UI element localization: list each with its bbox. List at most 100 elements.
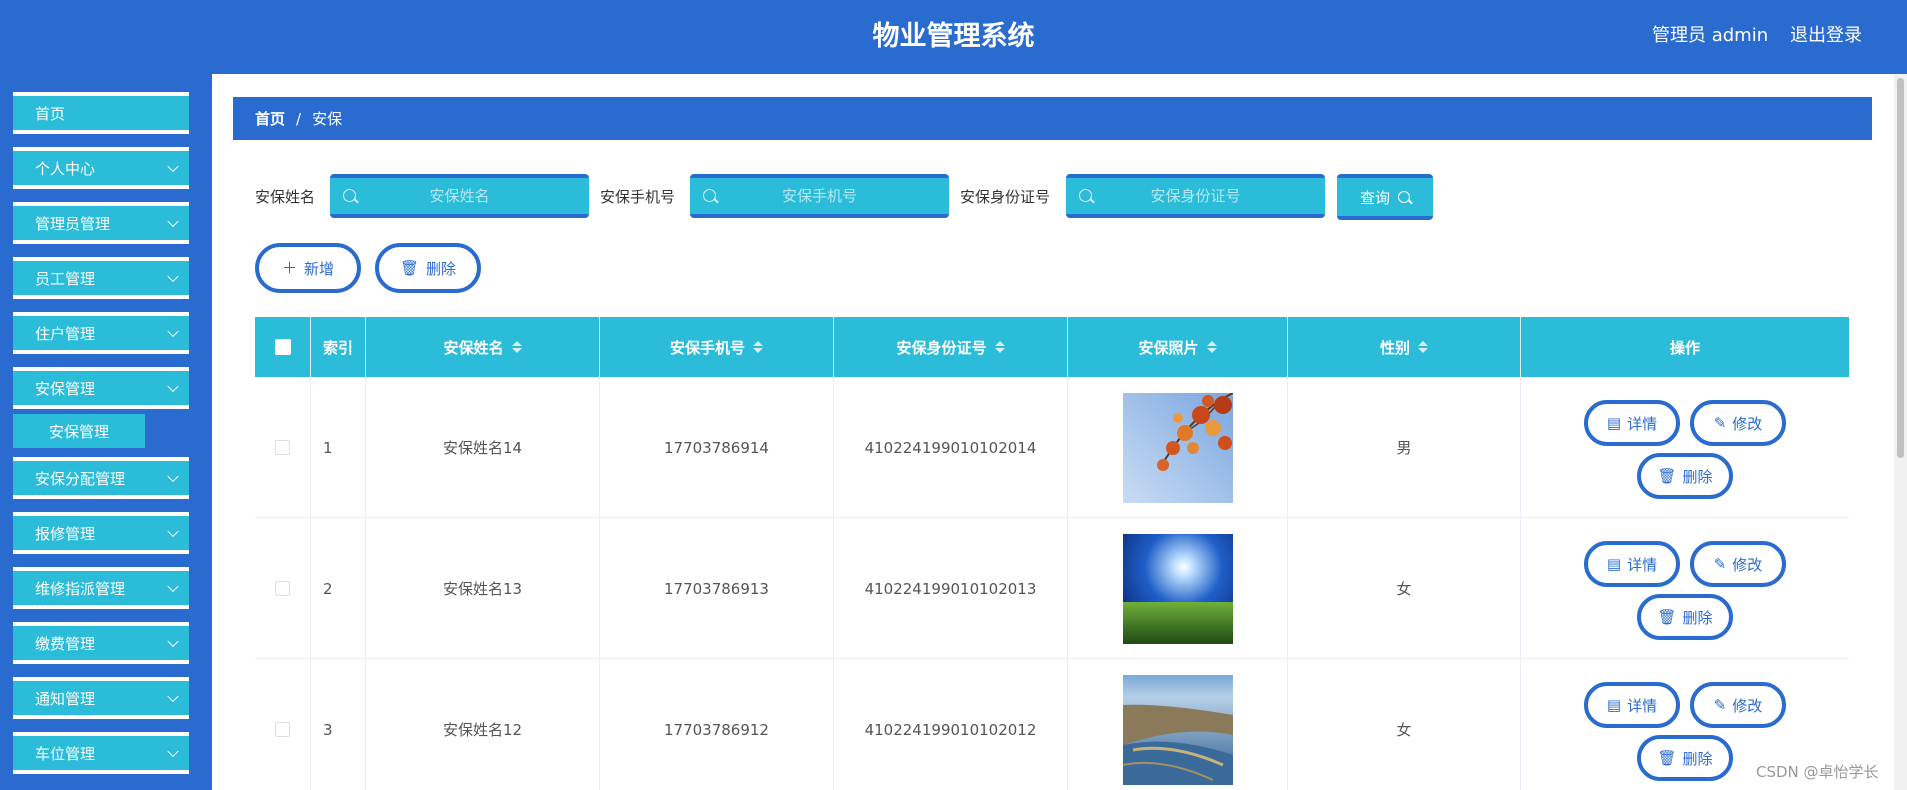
table-row: 1 安保姓名14 17703786914 410224199010102014 … [255,377,1849,518]
header-gender[interactable]: 性别 [1288,317,1521,377]
search-phone-input[interactable] [690,178,949,214]
row-checkbox[interactable] [275,722,290,737]
sort-icon[interactable] [511,341,522,353]
row-select-cell [255,659,311,790]
row-checkbox[interactable] [275,581,290,596]
sidebar-item-residents[interactable]: 住户管理 [13,312,189,354]
row-select-cell [255,518,311,659]
search-icon [1079,189,1092,202]
plus-icon: ＋ [281,258,297,277]
detail-button-label: 详情 [1627,696,1658,715]
search-name-box [330,174,589,218]
sidebar-item-admin[interactable]: 管理员管理 [13,202,189,244]
delete-button[interactable]: 🗑 删除 [1637,453,1733,499]
breadcrumb: 首页 / 安保 [233,97,1872,140]
sidebar-item-staff[interactable]: 员工管理 [13,257,189,299]
header-select-all[interactable] [255,317,311,377]
current-user: 管理员 admin [1652,25,1769,46]
bulk-delete-button[interactable]: 🗑 删除 [375,243,481,293]
sidebar-item-parking[interactable]: 车位管理 [13,732,189,774]
document-icon: ▤ [1606,695,1622,714]
page-scrollbar[interactable] [1894,74,1907,790]
sort-icon[interactable] [753,341,763,353]
trash-icon: 🗑 [1657,466,1677,485]
cell-phone: 17703786913 [600,518,834,659]
cell-index: 2 [311,518,366,659]
pencil-icon: ✎ [1713,695,1727,714]
breadcrumb-home[interactable]: 首页 [255,108,285,129]
logout-link[interactable]: 退出登录 [1790,21,1862,47]
sidebar-item-label: 安保分配管理 [35,469,126,488]
header-name-label: 安保姓名 [443,338,504,357]
search-id-box [1066,174,1325,218]
search-id-input[interactable] [1066,178,1325,214]
detail-button[interactable]: ▤ 详情 [1584,682,1680,728]
edit-button[interactable]: ✎ 修改 [1690,682,1786,728]
detail-button[interactable]: ▤ 详情 [1584,541,1680,587]
search-phone-label: 安保手机号 [600,188,676,206]
sidebar-item-repairs[interactable]: 报修管理 [13,512,189,554]
cell-photo [1068,377,1288,518]
header-phone[interactable]: 安保手机号 [600,317,834,377]
detail-button[interactable]: ▤ 详情 [1584,400,1680,446]
sidebar-item-personal-center[interactable]: 个人中心 [13,147,189,189]
header-photo[interactable]: 安保照片 [1068,317,1288,377]
add-button[interactable]: ＋ 新增 [255,243,361,293]
delete-button-label: 删除 [1682,749,1713,768]
watermark: CSDN @卓怡学长 [1756,763,1879,781]
search-name-label: 安保姓名 [255,188,316,206]
query-button[interactable]: 查询 [1337,174,1433,220]
edit-button[interactable]: ✎ 修改 [1690,541,1786,587]
edit-button[interactable]: ✎ 修改 [1690,400,1786,446]
sidebar-item-label: 员工管理 [35,269,96,288]
sidebar-item-home[interactable]: 首页 [13,92,189,134]
sidebar-item-security-assignment[interactable]: 安保分配管理 [13,457,189,499]
pencil-icon: ✎ [1713,413,1727,432]
sidebar-item-label: 个人中心 [35,159,96,178]
pencil-icon: ✎ [1713,554,1727,573]
delete-button-label: 删除 [1682,467,1713,486]
search-name-input[interactable] [330,178,589,214]
cell-index: 3 [311,659,366,790]
sort-icon[interactable] [1206,341,1217,353]
chevron-down-icon [167,270,179,283]
photo-autumn-leaves[interactable] [1122,392,1233,503]
delete-button[interactable]: 🗑 删除 [1637,594,1733,640]
sidebar-item-security[interactable]: 安保管理 [13,367,189,409]
header-ops-label: 操作 [1669,338,1700,357]
cell-actions: ▤ 详情 ✎ 修改 🗑 删除 [1521,377,1849,518]
document-icon: ▤ [1606,413,1622,432]
sidebar-item-label: 报修管理 [35,524,96,543]
cell-idcard: 410224199010102012 [834,659,1068,790]
sidebar-item-notices[interactable]: 通知管理 [13,677,189,719]
select-all-checkbox[interactable] [274,339,291,355]
cell-name: 安保姓名14 [366,377,600,518]
photo-coastline[interactable] [1122,674,1233,785]
sort-icon[interactable] [1418,341,1428,353]
scrollbar-thumb[interactable] [1897,78,1904,458]
sidebar-item-payments[interactable]: 缴费管理 [13,622,189,664]
header-name[interactable]: 安保姓名 [366,317,600,377]
search-phone-box [690,174,949,218]
sidebar: 首页 个人中心 管理员管理 员工管理 住户管理 安保管理 安保管理 安保分配管理… [0,74,212,790]
delete-button[interactable]: 🗑 删除 [1637,735,1733,781]
chevron-down-icon [167,160,179,173]
trash-icon: 🗑 [1657,607,1677,626]
cell-photo [1068,518,1288,659]
query-button-label: 查询 [1359,188,1390,207]
breadcrumb-separator: / [296,109,302,128]
photo-sun-over-field[interactable] [1122,533,1233,644]
sidebar-item-repair-dispatch[interactable]: 维修指派管理 [13,567,189,609]
header-idcard[interactable]: 安保身份证号 [834,317,1068,377]
header-gender-label: 性别 [1379,338,1410,357]
cell-gender: 女 [1288,659,1521,790]
sidebar-item-label: 车位管理 [35,744,96,763]
submenu-item-security-management[interactable]: 安保管理 [13,414,145,448]
search-icon [343,189,356,202]
sidebar-item-label: 首页 [35,104,66,123]
row-checkbox[interactable] [275,440,290,455]
sort-icon[interactable] [994,341,1005,353]
header-ops: 操作 [1521,317,1849,377]
top-header: 物业管理系统 管理员 admin 退出登录 [0,0,1907,74]
chevron-down-icon [167,745,179,758]
